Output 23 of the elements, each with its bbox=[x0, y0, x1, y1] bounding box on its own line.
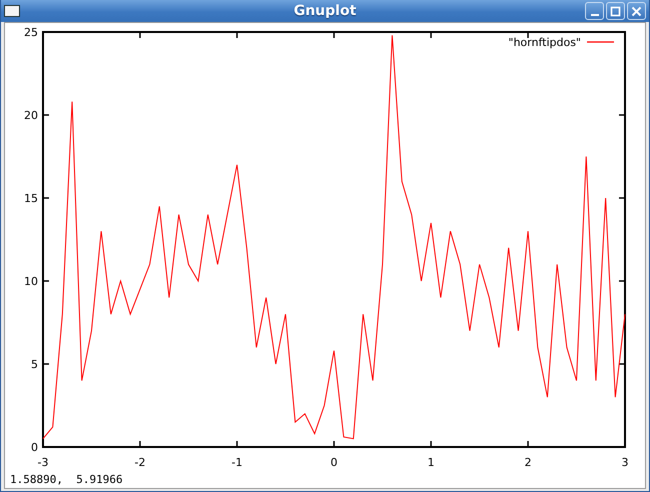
window-title: Gnuplot bbox=[294, 3, 356, 19]
tick-label: 1 bbox=[428, 456, 434, 469]
maximize-icon bbox=[610, 6, 621, 16]
tick-label: -3 bbox=[38, 456, 48, 469]
tick-label: 3 bbox=[622, 456, 628, 469]
tick-label: -2 bbox=[134, 456, 146, 469]
tick-label: 20 bbox=[24, 109, 38, 122]
tick-label: -1 bbox=[232, 456, 242, 469]
minimize-icon bbox=[590, 14, 598, 16]
tick-label: 5 bbox=[31, 358, 38, 371]
tick-label: 2 bbox=[524, 456, 532, 469]
cursor-coordinates: 1.58890, 5.91966 bbox=[10, 473, 123, 486]
close-icon bbox=[631, 6, 642, 16]
tick-label: 0 bbox=[330, 456, 338, 469]
close-button[interactable] bbox=[627, 2, 646, 20]
minimize-button[interactable] bbox=[585, 2, 604, 20]
tick-label: 10 bbox=[24, 275, 38, 288]
legend-label: "hornftipdos" bbox=[508, 36, 581, 49]
tick-label: 25 bbox=[24, 26, 38, 39]
tick-label: 15 bbox=[24, 192, 38, 205]
tick-label: 0 bbox=[31, 441, 38, 454]
window-menu-icon[interactable] bbox=[4, 5, 20, 17]
maximize-button[interactable] bbox=[606, 2, 625, 20]
